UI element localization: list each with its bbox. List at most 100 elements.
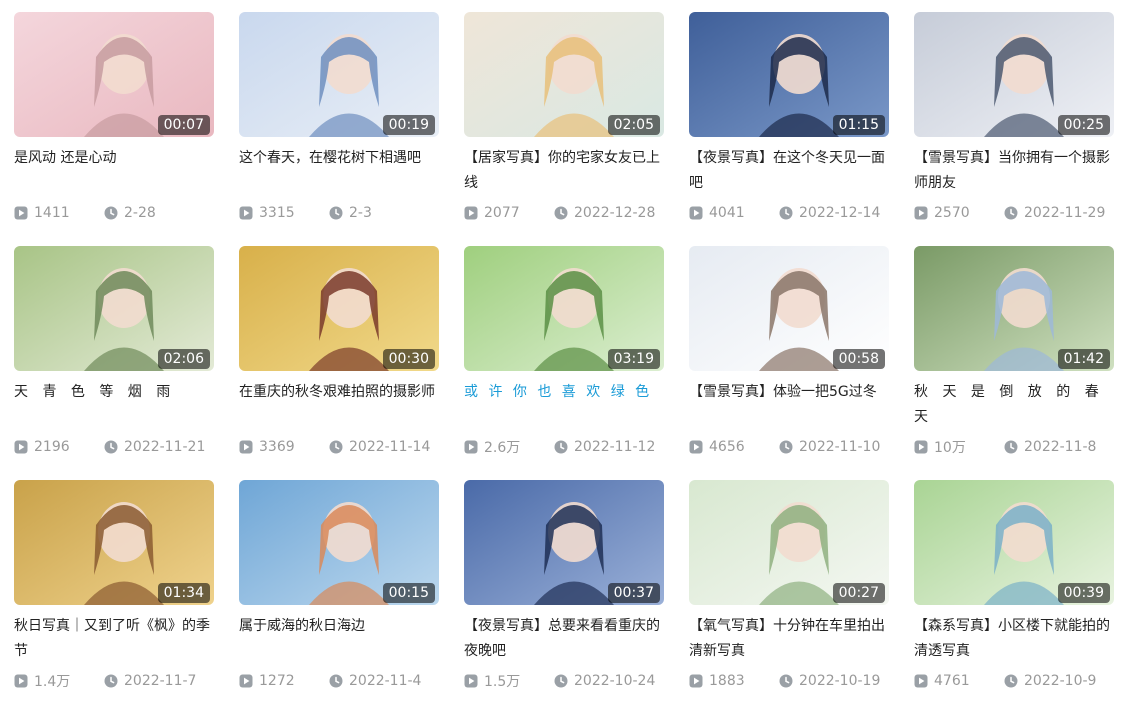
video-thumbnail[interactable]: 00:27 [689,480,889,605]
video-thumbnail[interactable]: 02:06 [14,246,214,371]
view-count: 4041 [689,205,779,221]
video-title[interactable]: 【氧气写真】十分钟在车里拍出清新写真 [689,614,889,664]
video-card[interactable]: 00:25 【雪景写真】当你拥有一个摄影师朋友 2570 2022-11-29 [914,12,1114,223]
publish-date: 2022-11-8 [1004,439,1096,455]
video-card[interactable]: 02:06 天 青 色 等 烟 雨 2196 2022-11-21 [14,246,214,457]
publish-date: 2022-11-14 [329,439,430,455]
video-thumbnail[interactable]: 00:30 [239,246,439,371]
video-thumbnail[interactable]: 01:34 [14,480,214,605]
video-meta: 1.4万 2022-11-7 [14,671,214,691]
publish-date: 2022-11-10 [779,439,880,455]
video-title[interactable]: 这个春天，在樱花树下相遇吧 [239,146,439,196]
view-count-value: 1272 [259,673,295,689]
video-thumbnail[interactable]: 03:19 [464,246,664,371]
view-count-value: 3315 [259,205,295,221]
clock-icon [779,440,793,454]
view-count: 1883 [689,673,779,689]
video-meta: 4656 2022-11-10 [689,437,889,457]
video-title[interactable]: 【夜景写真】在这个冬天见一面吧 [689,146,889,196]
play-icon [689,674,703,688]
publish-date: 2022-10-9 [1004,673,1096,689]
view-count-value: 4761 [934,673,970,689]
video-card[interactable]: 01:34 秋日写真｜又到了听《枫》的季节 1.4万 2022-11-7 [14,480,214,691]
view-count: 10万 [914,437,1004,457]
video-card[interactable]: 00:58 【雪景写真】体验一把5G过冬 4656 2022-11-10 [689,246,889,457]
clock-icon [554,440,568,454]
publish-date: 2-28 [104,205,156,221]
video-title[interactable]: 【居家写真】你的宅家女友已上线 [464,146,664,196]
publish-date: 2022-12-14 [779,205,880,221]
publish-date-value: 2022-11-21 [124,439,206,455]
video-card[interactable]: 02:05 【居家写真】你的宅家女友已上线 2077 2022-12-28 [464,12,664,223]
publish-date-value: 2022-11-14 [349,439,431,455]
play-icon [689,440,703,454]
video-card[interactable]: 00:15 属于威海的秋日海边 1272 2022-11-4 [239,480,439,691]
publish-date: 2022-10-19 [779,673,880,689]
play-icon [464,440,478,454]
publish-date-value: 2022-12-14 [799,205,881,221]
duration-badge: 00:37 [607,583,660,603]
play-icon [14,206,28,220]
video-title[interactable]: 或 许 你 也 喜 欢 绿 色 [464,380,664,430]
view-count-value: 2077 [484,205,520,221]
video-thumbnail[interactable]: 00:37 [464,480,664,605]
publish-date-value: 2022-11-29 [1024,205,1106,221]
video-meta: 3315 2-3 [239,203,439,223]
video-title[interactable]: 是风动 还是心动 [14,146,214,196]
duration-badge: 01:34 [157,583,210,603]
view-count: 2196 [14,439,104,455]
publish-date-value: 2022-11-12 [574,439,656,455]
view-count: 1272 [239,673,329,689]
video-card[interactable]: 00:07 是风动 还是心动 1411 2-28 [14,12,214,223]
duration-badge: 01:15 [832,115,885,135]
video-title[interactable]: 【雪景写真】体验一把5G过冬 [689,380,889,430]
play-icon [914,440,928,454]
clock-icon [1004,440,1018,454]
video-card[interactable]: 00:39 【森系写真】小区楼下就能拍的清透写真 4761 2022-10-9 [914,480,1114,691]
view-count: 4761 [914,673,1004,689]
view-count-value: 2.6万 [484,440,521,456]
video-thumbnail[interactable]: 01:42 [914,246,1114,371]
clock-icon [104,206,118,220]
video-thumbnail[interactable]: 00:07 [14,12,214,137]
video-title[interactable]: 秋 天 是 倒 放 的 春 天 [914,380,1114,430]
video-grid: 00:07 是风动 还是心动 1411 2-28 00:19 这个春天，在樱花树下相遇吧 3… [0,0,1128,702]
video-title[interactable]: 在重庆的秋冬艰难拍照的摄影师 [239,380,439,430]
video-thumbnail[interactable]: 00:19 [239,12,439,137]
video-meta: 1411 2-28 [14,203,214,223]
video-card[interactable]: 03:19 或 许 你 也 喜 欢 绿 色 2.6万 2022-11-12 [464,246,664,457]
video-thumbnail[interactable]: 02:05 [464,12,664,137]
video-thumbnail[interactable]: 01:15 [689,12,889,137]
publish-date: 2-3 [329,205,372,221]
video-meta: 4761 2022-10-9 [914,671,1114,691]
video-meta: 2.6万 2022-11-12 [464,437,664,457]
video-card[interactable]: 01:42 秋 天 是 倒 放 的 春 天 10万 2022-11-8 [914,246,1114,457]
video-title[interactable]: 天 青 色 等 烟 雨 [14,380,214,430]
view-count: 2.6万 [464,437,554,457]
video-thumbnail[interactable]: 00:39 [914,480,1114,605]
video-card[interactable]: 00:30 在重庆的秋冬艰难拍照的摄影师 3369 2022-11-14 [239,246,439,457]
video-card[interactable]: 01:15 【夜景写真】在这个冬天见一面吧 4041 2022-12-14 [689,12,889,223]
video-title[interactable]: 【夜景写真】总要来看看重庆的夜晚吧 [464,614,664,664]
clock-icon [329,206,343,220]
video-meta: 2196 2022-11-21 [14,437,214,457]
video-thumbnail[interactable]: 00:58 [689,246,889,371]
video-card[interactable]: 00:37 【夜景写真】总要来看看重庆的夜晚吧 1.5万 2022-10-24 [464,480,664,691]
view-count: 1411 [14,205,104,221]
video-meta: 1883 2022-10-19 [689,671,889,691]
video-thumbnail[interactable]: 00:25 [914,12,1114,137]
video-card[interactable]: 00:19 这个春天，在樱花树下相遇吧 3315 2-3 [239,12,439,223]
clock-icon [329,674,343,688]
publish-date: 2022-10-24 [554,673,655,689]
video-card[interactable]: 00:27 【氧气写真】十分钟在车里拍出清新写真 1883 2022-10-19 [689,480,889,691]
view-count-value: 3369 [259,439,295,455]
video-title[interactable]: 秋日写真｜又到了听《枫》的季节 [14,614,214,664]
publish-date-value: 2022-11-7 [124,673,197,689]
video-title[interactable]: 【雪景写真】当你拥有一个摄影师朋友 [914,146,1114,196]
duration-badge: 03:19 [607,349,660,369]
play-icon [689,206,703,220]
video-title[interactable]: 属于威海的秋日海边 [239,614,439,664]
play-icon [914,206,928,220]
video-title[interactable]: 【森系写真】小区楼下就能拍的清透写真 [914,614,1114,664]
video-thumbnail[interactable]: 00:15 [239,480,439,605]
